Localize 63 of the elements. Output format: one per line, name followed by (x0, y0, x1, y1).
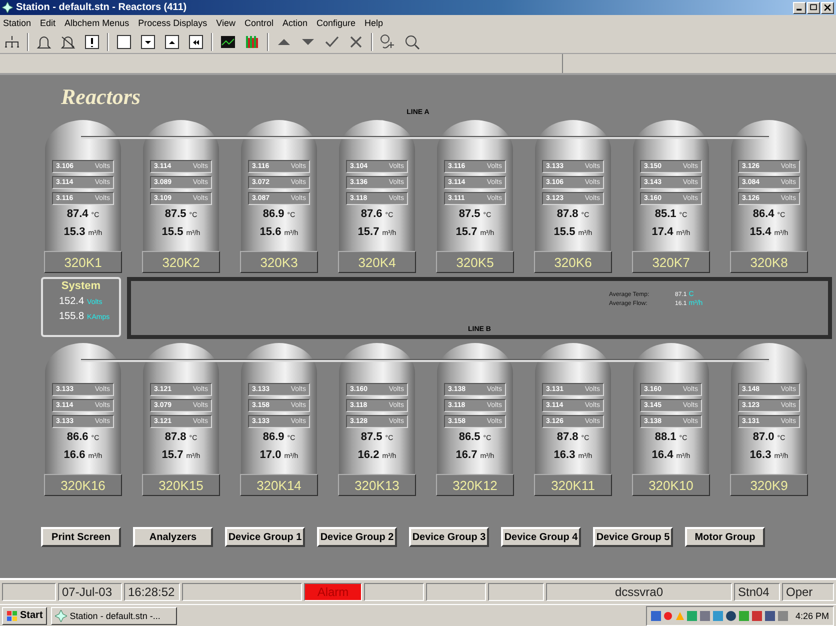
trend-icon[interactable] (219, 33, 237, 51)
reactor-label[interactable]: 320K16 (44, 474, 122, 496)
reactor-label[interactable]: 320K10 (632, 474, 710, 496)
reactor-label[interactable]: 320K2 (142, 251, 220, 273)
page-back-icon[interactable] (187, 33, 205, 51)
page-up-icon[interactable] (163, 33, 181, 51)
minimize-icon[interactable] (793, 2, 806, 14)
panel-title: System (60, 280, 102, 292)
reactor-label[interactable]: 320K1 (44, 251, 122, 273)
status-node: dcssvra0 (546, 583, 732, 601)
menu-item[interactable]: Help (364, 18, 384, 28)
menu-item[interactable]: View (216, 18, 236, 28)
page-down-icon[interactable] (139, 33, 157, 51)
alarm-indicator: Alarm (304, 583, 362, 601)
nav-button[interactable]: Device Group 3 (409, 527, 489, 547)
empty-status-cell (488, 583, 544, 601)
reactor-label[interactable]: 320K14 (240, 474, 318, 496)
close-icon[interactable] (821, 2, 834, 14)
menu-item[interactable]: Process Displays (138, 18, 208, 28)
empty-status-cell (426, 583, 486, 601)
search-icon[interactable] (403, 33, 421, 51)
menu-item[interactable]: Albchem Menus (64, 18, 130, 28)
maximize-icon[interactable] (807, 2, 820, 14)
menu-item[interactable]: Edit (40, 18, 56, 28)
nav-button[interactable]: Device Group 1 (225, 527, 305, 547)
reactor-label[interactable]: 320K7 (632, 251, 710, 273)
clock: 4:26 PM (795, 610, 829, 620)
nav-button[interactable]: Print Screen (41, 527, 121, 547)
status-time: 16:28:52 (124, 583, 180, 601)
empty-status-cell (2, 583, 56, 601)
nav-button[interactable]: Device Group 5 (593, 527, 673, 547)
menu-item[interactable]: Control (244, 18, 274, 28)
app-icon (2, 2, 13, 13)
status-date: 07-Jul-03 (58, 583, 122, 601)
nav-button[interactable]: Motor Group (685, 527, 765, 547)
taskbar-button[interactable]: Station - default.stn -... (50, 606, 177, 624)
reactor-label[interactable]: 320K8 (730, 251, 808, 273)
reactor-label[interactable]: 320K6 (534, 251, 612, 273)
menu-item[interactable]: Configure (316, 18, 356, 28)
status-station: Stn04 (734, 583, 780, 601)
start-button[interactable]: Start (2, 606, 47, 624)
empty-status-cell (364, 583, 424, 601)
app-icon (54, 610, 67, 622)
nav-button[interactable]: Device Group 2 (317, 527, 397, 547)
nav-button[interactable]: Device Group 4 (501, 527, 581, 547)
reactor-label[interactable]: 320K12 (436, 474, 514, 496)
reactor-label[interactable]: 320K5 (436, 251, 514, 273)
reactor-label[interactable]: 320K4 (338, 251, 416, 273)
reactor-label[interactable]: 320K9 (730, 474, 808, 496)
reactor-label[interactable]: 320K11 (534, 474, 612, 496)
menu-item[interactable]: Station (3, 18, 32, 28)
reactor-label[interactable]: 320K13 (338, 474, 416, 496)
status-mode: Oper (782, 583, 834, 601)
alert-icon[interactable] (83, 33, 101, 51)
windows-flag-icon (6, 610, 18, 622)
reactor-label[interactable]: 320K15 (142, 474, 220, 496)
display-title: Reactors (61, 85, 140, 109)
window-title: Station - default.stn - Reactors (411) (16, 2, 188, 13)
menu-item[interactable]: Action (282, 18, 308, 28)
bars-icon[interactable] (243, 33, 261, 51)
page-icon[interactable] (115, 33, 133, 51)
nav-button[interactable]: Analyzers (133, 527, 213, 547)
reactor-label[interactable]: 320K3 (240, 251, 318, 273)
